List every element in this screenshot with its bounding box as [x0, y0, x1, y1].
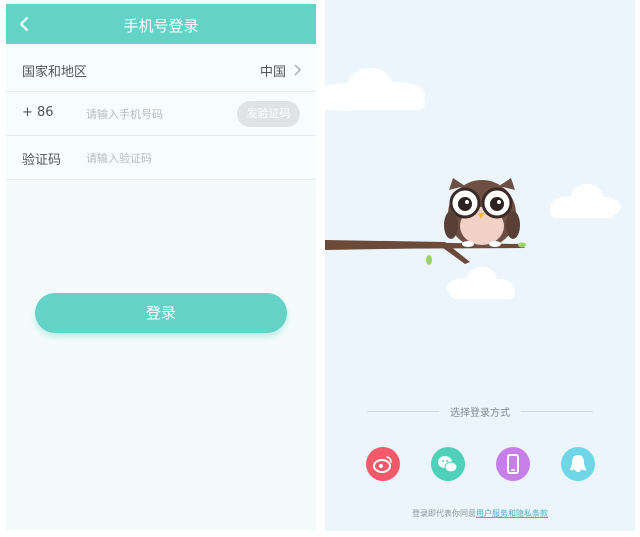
phone-login-option[interactable] — [496, 447, 530, 481]
phone-row: + 86 请输入手机号码 发验证码 — [6, 92, 316, 136]
page-title: 手机号登录 — [123, 17, 199, 35]
weibo-icon — [373, 456, 392, 473]
agreement-text: 登录即代表你同意用户服务和隐私条款 — [325, 508, 635, 519]
agreement-prefix: 登录即代表你同意 — [412, 509, 476, 518]
login-button[interactable]: 登录 — [35, 293, 287, 333]
wechat-icon — [438, 456, 458, 473]
region-row[interactable]: 国家和地区 中国 — [6, 48, 316, 92]
cloud-bottom — [447, 267, 515, 299]
cloud-right — [550, 184, 621, 218]
login-method-label: 选择登录方式 — [450, 408, 510, 419]
owl-illustration — [325, 68, 621, 299]
code-label: 验证码 — [22, 153, 62, 168]
code-row: 验证码 请输入验证码 — [6, 136, 316, 180]
qq-icon — [570, 455, 586, 472]
phone-input[interactable]: 请输入手机号码 — [86, 106, 163, 122]
terms-link[interactable]: 用户服务和隐私条款 — [476, 509, 548, 518]
phone-login-screen: 手机号登录 国家和地区 中国 + 86 请输入手机号码 发验证码 验证码 请输入… — [6, 0, 316, 531]
phone-icon — [507, 454, 519, 474]
phone-prefix[interactable]: + 86 — [22, 105, 54, 120]
wechat-login-button[interactable] — [431, 447, 465, 481]
send-code-button[interactable]: 发验证码 — [237, 101, 300, 127]
chevron-right-icon — [294, 64, 302, 76]
nav-bar: 手机号登录 — [6, 4, 316, 44]
weibo-login-button[interactable] — [366, 447, 400, 481]
region-value: 中国 — [259, 65, 286, 80]
qq-login-button[interactable] — [561, 447, 595, 481]
code-input[interactable]: 请输入验证码 — [86, 150, 152, 166]
social-login-screen: 选择登录方式 登录即代表你同意用户服务和隐私条款 — [325, 0, 635, 531]
region-label: 国家和地区 — [22, 65, 88, 80]
cloud-left — [325, 68, 425, 111]
